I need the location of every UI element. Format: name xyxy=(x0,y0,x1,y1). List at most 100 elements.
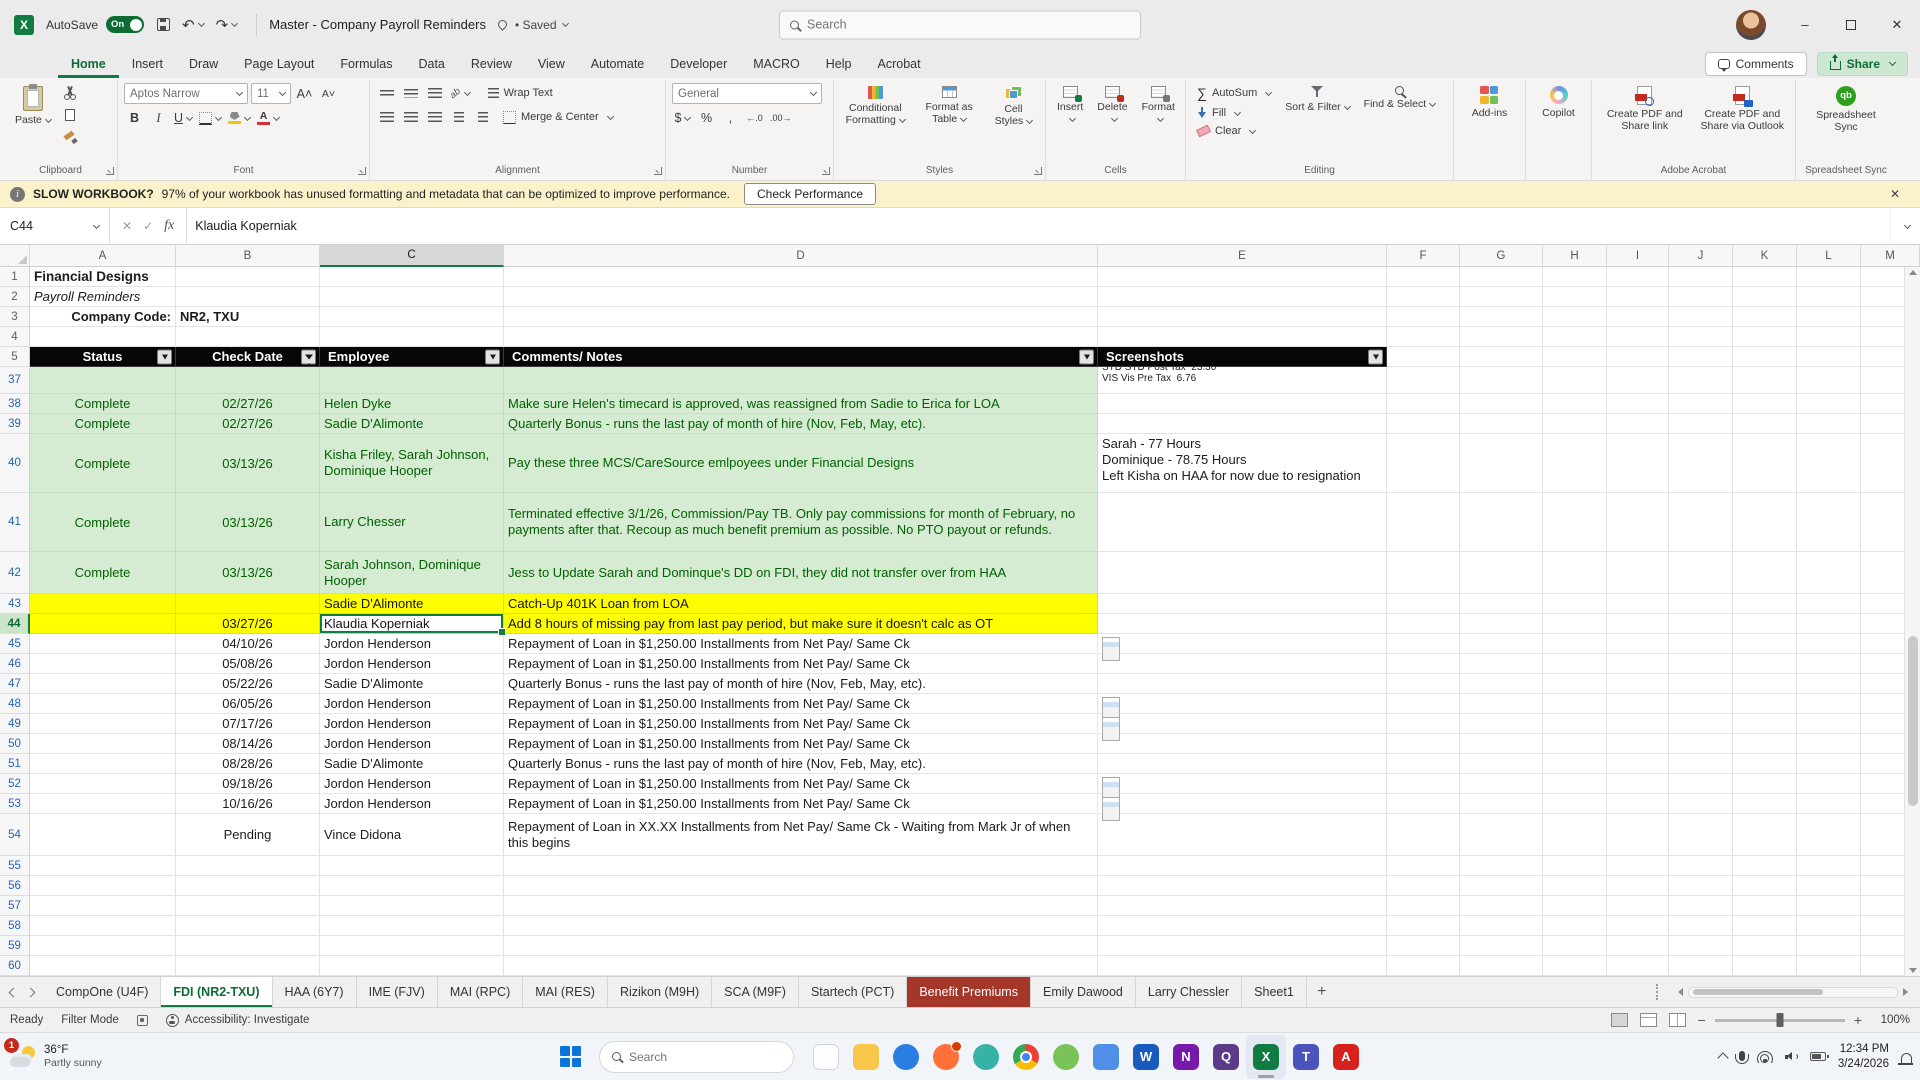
filter-button-status[interactable] xyxy=(157,349,172,364)
cell-C43[interactable]: Sadie D'Alimonte xyxy=(320,594,504,614)
cell-F57[interactable] xyxy=(1387,896,1460,916)
row-header-41[interactable]: 41 xyxy=(0,493,30,552)
cell-L41[interactable] xyxy=(1797,493,1861,552)
align-left-button[interactable] xyxy=(376,107,397,127)
row-header-49[interactable]: 49 xyxy=(0,714,30,734)
notification-close-icon[interactable]: ✕ xyxy=(1880,187,1910,201)
cell-G55[interactable] xyxy=(1460,856,1543,876)
ribbon-tab-data[interactable]: Data xyxy=(405,49,457,78)
pin-icon[interactable] xyxy=(496,18,509,31)
cell-G42[interactable] xyxy=(1460,552,1543,594)
cell-C53[interactable]: Jordon Henderson xyxy=(320,794,504,814)
cell-A56[interactable] xyxy=(30,876,176,896)
cell-A59[interactable] xyxy=(30,936,176,956)
accessibility-status[interactable]: Accessibility: Investigate xyxy=(165,1013,309,1027)
cell-H59[interactable] xyxy=(1543,936,1607,956)
cell-K53[interactable] xyxy=(1733,794,1797,814)
cell-J59[interactable] xyxy=(1669,936,1733,956)
orientation-button[interactable]: ab xyxy=(448,83,472,103)
cell-E54[interactable] xyxy=(1098,814,1387,856)
cell-H47[interactable] xyxy=(1543,674,1607,694)
format-cells-button[interactable]: Format xyxy=(1137,83,1180,127)
cell-L47[interactable] xyxy=(1797,674,1861,694)
cell-K43[interactable] xyxy=(1733,594,1797,614)
cell-A44[interactable] xyxy=(30,614,176,634)
cell-F40[interactable] xyxy=(1387,434,1460,493)
cell-F59[interactable] xyxy=(1387,936,1460,956)
cell-J50[interactable] xyxy=(1669,734,1733,754)
cell-G39[interactable] xyxy=(1460,414,1543,434)
cell-A49[interactable] xyxy=(30,714,176,734)
row-header-1[interactable]: 1 xyxy=(0,267,30,287)
cell-A38[interactable]: Complete xyxy=(30,394,176,414)
copilot-button[interactable]: Copilot xyxy=(1537,83,1580,121)
addins-button[interactable]: Add-ins xyxy=(1467,83,1513,121)
header-cell-check-date[interactable]: Check Date xyxy=(176,347,320,367)
cell-A42[interactable]: Complete xyxy=(30,552,176,594)
column-header-d[interactable]: D xyxy=(504,245,1098,267)
sheet-tab-rizikon-m9h[interactable]: Rizikon (M9H) xyxy=(608,977,713,1007)
minimize-button[interactable]: – xyxy=(1782,0,1828,49)
cell-A48[interactable] xyxy=(30,694,176,714)
cell-B1[interactable] xyxy=(176,267,320,287)
cell-J58[interactable] xyxy=(1669,916,1733,936)
undo-dropdown-icon[interactable] xyxy=(197,19,205,28)
cell-C52[interactable]: Jordon Henderson xyxy=(320,774,504,794)
cell-H50[interactable] xyxy=(1543,734,1607,754)
scroll-up-icon[interactable] xyxy=(1908,270,1917,275)
cell-D48[interactable]: Repayment of Loan in $1,250.00 Installme… xyxy=(504,694,1098,714)
italic-button[interactable]: I xyxy=(148,108,169,128)
saved-status-chevron-icon[interactable] xyxy=(561,19,569,28)
row-header-53[interactable]: 53 xyxy=(0,794,30,814)
cell-F41[interactable] xyxy=(1387,493,1460,552)
borders-button[interactable] xyxy=(197,108,223,128)
row-header-59[interactable]: 59 xyxy=(0,936,30,956)
cell-F1[interactable] xyxy=(1387,267,1460,287)
scroll-down-icon[interactable] xyxy=(1908,968,1917,973)
onenote-icon[interactable]: N xyxy=(1166,1035,1206,1079)
cell-I58[interactable] xyxy=(1607,916,1669,936)
check-performance-button[interactable]: Check Performance xyxy=(743,183,877,205)
header-cell-status[interactable]: Status xyxy=(30,347,176,367)
cell-D42[interactable]: Jess to Update Sarah and Dominque's DD o… xyxy=(504,552,1098,594)
cell-K55[interactable] xyxy=(1733,856,1797,876)
cell-B60[interactable] xyxy=(176,956,320,976)
cell-L2[interactable] xyxy=(1797,287,1861,307)
cell-I55[interactable] xyxy=(1607,856,1669,876)
cell-H42[interactable] xyxy=(1543,552,1607,594)
cell-G44[interactable] xyxy=(1460,614,1543,634)
cell-H51[interactable] xyxy=(1543,754,1607,774)
cell-K49[interactable] xyxy=(1733,714,1797,734)
increase-indent-button[interactable] xyxy=(472,107,493,127)
cell-D45[interactable]: Repayment of Loan in $1,250.00 Installme… xyxy=(504,634,1098,654)
cell-G54[interactable] xyxy=(1460,814,1543,856)
cell-H37[interactable] xyxy=(1543,367,1607,394)
cell-L44[interactable] xyxy=(1797,614,1861,634)
cell-D59[interactable] xyxy=(504,936,1098,956)
zoom-slider[interactable] xyxy=(1714,1013,1845,1027)
font-dialog-launcher[interactable] xyxy=(358,167,366,175)
cell-E4[interactable] xyxy=(1098,327,1387,347)
cell-I52[interactable] xyxy=(1607,774,1669,794)
weather-widget[interactable]: 1 36°F Partly sunny xyxy=(4,1037,102,1071)
ribbon-tab-home[interactable]: Home xyxy=(58,49,119,78)
row-header-55[interactable]: 55 xyxy=(0,856,30,876)
cell-E42[interactable] xyxy=(1098,552,1387,594)
row-header-40[interactable]: 40 xyxy=(0,434,30,493)
font-name-select[interactable]: Aptos Narrow xyxy=(124,83,248,104)
cell-D46[interactable]: Repayment of Loan in $1,250.00 Installme… xyxy=(504,654,1098,674)
filter-button-comments-notes[interactable] xyxy=(1079,349,1094,364)
cell-G50[interactable] xyxy=(1460,734,1543,754)
cell-styles-button[interactable]: Cell Styles xyxy=(988,83,1039,129)
cell-F60[interactable] xyxy=(1387,956,1460,976)
cell-L55[interactable] xyxy=(1797,856,1861,876)
cell-D55[interactable] xyxy=(504,856,1098,876)
row-header-4[interactable]: 4 xyxy=(0,327,30,347)
excel-icon[interactable]: X xyxy=(1246,1034,1286,1079)
cell-E55[interactable] xyxy=(1098,856,1387,876)
cell-B59[interactable] xyxy=(176,936,320,956)
cell-C2[interactable] xyxy=(320,287,504,307)
cell-B56[interactable] xyxy=(176,876,320,896)
sheet-tab-startech-pct[interactable]: Startech (PCT) xyxy=(799,977,908,1007)
messaging-icon[interactable] xyxy=(966,1035,1006,1079)
